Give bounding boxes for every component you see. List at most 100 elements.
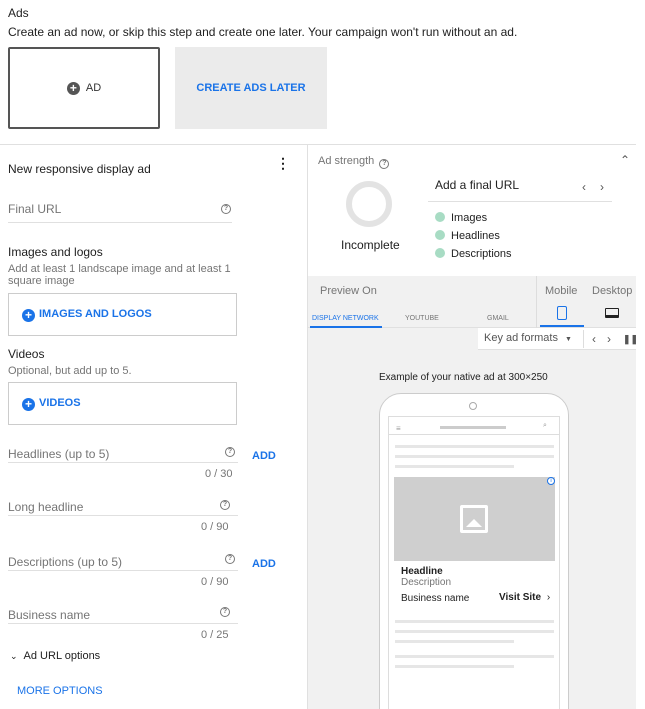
long-headline-field[interactable]: [8, 515, 238, 516]
strength-item-images: Images: [435, 212, 487, 224]
status-dot-icon: [435, 212, 445, 222]
strength-item-label: Images: [451, 212, 488, 224]
plus-circle-icon: +: [66, 81, 80, 95]
final-url-label: Final URL: [8, 202, 62, 216]
tab-youtube[interactable]: YOUTUBE: [405, 315, 439, 322]
placeholder-line: [395, 655, 554, 658]
status-dot-icon: [435, 230, 445, 240]
new-ad-button[interactable]: + AD: [8, 47, 160, 129]
headlines-count: 0 / 30: [205, 468, 233, 480]
chevron-right-icon: ›: [546, 592, 551, 603]
help-icon[interactable]: ?: [221, 204, 231, 214]
videos-label: VIDEOS: [39, 397, 81, 409]
ad-business-name: Business name: [401, 593, 470, 604]
ad-strength-label: Ad strength: [318, 155, 375, 167]
prev-tip-button[interactable]: ‹: [582, 180, 586, 194]
help-icon[interactable]: ?: [379, 159, 390, 169]
descriptions-field[interactable]: [8, 570, 238, 571]
business-name-label: Business name: [8, 608, 91, 622]
business-name-field[interactable]: [8, 623, 238, 624]
next-format-button[interactable]: ›: [607, 332, 611, 346]
desktop-label: Desktop: [592, 285, 633, 297]
add-description-button[interactable]: ADD: [252, 558, 276, 570]
strength-item-label: Descriptions: [451, 248, 512, 260]
image-mountain: [466, 519, 482, 527]
tip-divider: [428, 201, 612, 202]
tab-display-network-indicator: [310, 326, 382, 328]
placeholder-line: [395, 640, 514, 643]
pause-icon[interactable]: ❚❚: [623, 334, 638, 345]
final-url-field[interactable]: [8, 222, 232, 223]
placeholder-line: [395, 455, 554, 458]
preview-on-label: Preview On: [320, 285, 377, 297]
ad-headline: Headline: [401, 566, 443, 577]
business-name-count: 0 / 25: [201, 629, 229, 641]
strength-item-label: Headlines: [451, 230, 500, 242]
add-headline-button[interactable]: ADD: [252, 450, 276, 462]
phone-url-bar: [440, 426, 506, 429]
videos-button[interactable]: + VIDEOS: [22, 397, 81, 411]
desktop-icon[interactable]: [605, 308, 619, 318]
phone-menu-icon: ≡: [396, 424, 401, 433]
plus-circle-icon: +: [22, 398, 35, 411]
videos-title: Videos: [8, 347, 45, 361]
ads-title: Ads: [8, 6, 29, 20]
images-and-logos-label: IMAGES AND LOGOS: [39, 308, 152, 320]
device-divider: [536, 276, 537, 328]
ad-url-options-label: Ad URL options: [23, 650, 101, 662]
image-icon: [460, 505, 488, 533]
ad-url-options-toggle[interactable]: ⌄ Ad URL options: [10, 650, 100, 662]
new-ad-label: AD: [85, 82, 102, 94]
mobile-tab-indicator: [540, 325, 584, 327]
help-icon[interactable]: ?: [220, 607, 230, 617]
long-headline-count: 0 / 90: [201, 521, 229, 533]
strength-item-headlines: Headlines: [435, 230, 500, 242]
create-ads-later-button[interactable]: CREATE ADS LATER: [175, 47, 327, 129]
status-dot-icon: [435, 248, 445, 258]
next-tip-button[interactable]: ›: [600, 180, 604, 194]
dropdown-arrow-icon: ▼: [565, 336, 572, 343]
chevron-up-icon[interactable]: ⌃: [620, 153, 630, 167]
visit-site-button[interactable]: Visit Site ›: [499, 592, 550, 603]
key-ad-formats-label: Key ad formats: [484, 332, 558, 344]
prev-format-button[interactable]: ‹: [592, 332, 596, 346]
plus-circle-icon: +: [22, 309, 35, 322]
descriptions-label: Descriptions (up to 5): [8, 555, 123, 569]
descriptions-count: 0 / 90: [201, 576, 229, 588]
strength-status: Incomplete: [341, 238, 400, 252]
ads-description: Create an ad now, or skip this step and …: [8, 25, 518, 39]
headlines-field[interactable]: [8, 462, 238, 463]
final-url-prompt: Add a final URL: [435, 178, 520, 192]
key-ad-formats-select[interactable]: Key ad formats ▼: [484, 332, 572, 344]
placeholder-line: [395, 630, 554, 633]
formats-divider: [583, 330, 584, 348]
long-headline-label: Long headline: [8, 500, 84, 514]
ad-info-icon[interactable]: i: [547, 477, 555, 485]
help-icon[interactable]: ?: [220, 500, 230, 510]
strength-ring: [346, 181, 392, 227]
tab-gmail[interactable]: GMAIL: [487, 315, 509, 322]
help-icon[interactable]: ?: [225, 554, 235, 564]
visit-site-label: Visit Site: [499, 592, 542, 603]
placeholder-line: [395, 620, 554, 623]
videos-description: Optional, but add up to 5.: [8, 365, 132, 377]
images-title: Images and logos: [8, 245, 103, 259]
phone-search-icon: ⌕: [543, 422, 547, 429]
ad-strength-title: Ad strength ?: [318, 155, 390, 169]
help-icon[interactable]: ?: [225, 447, 235, 457]
more-vert-icon[interactable]: ⋮: [276, 156, 290, 170]
example-caption: Example of your native ad at 300×250: [379, 372, 548, 383]
phone-camera: [469, 402, 477, 410]
placeholder-line: [395, 665, 514, 668]
section-divider: [0, 144, 636, 145]
mobile-label: Mobile: [545, 285, 578, 297]
headlines-label: Headlines (up to 5): [8, 447, 110, 461]
placeholder-line: [395, 445, 554, 448]
images-description: Add at least 1 landscape image and at le…: [8, 263, 231, 287]
more-options-link[interactable]: MORE OPTIONS: [17, 685, 103, 697]
create-ads-later-label: CREATE ADS LATER: [196, 82, 306, 94]
tab-display-network[interactable]: DISPLAY NETWORK: [312, 315, 379, 322]
placeholder-line: [395, 465, 514, 468]
mobile-icon[interactable]: [557, 306, 567, 320]
images-and-logos-button[interactable]: + IMAGES AND LOGOS: [22, 308, 152, 322]
